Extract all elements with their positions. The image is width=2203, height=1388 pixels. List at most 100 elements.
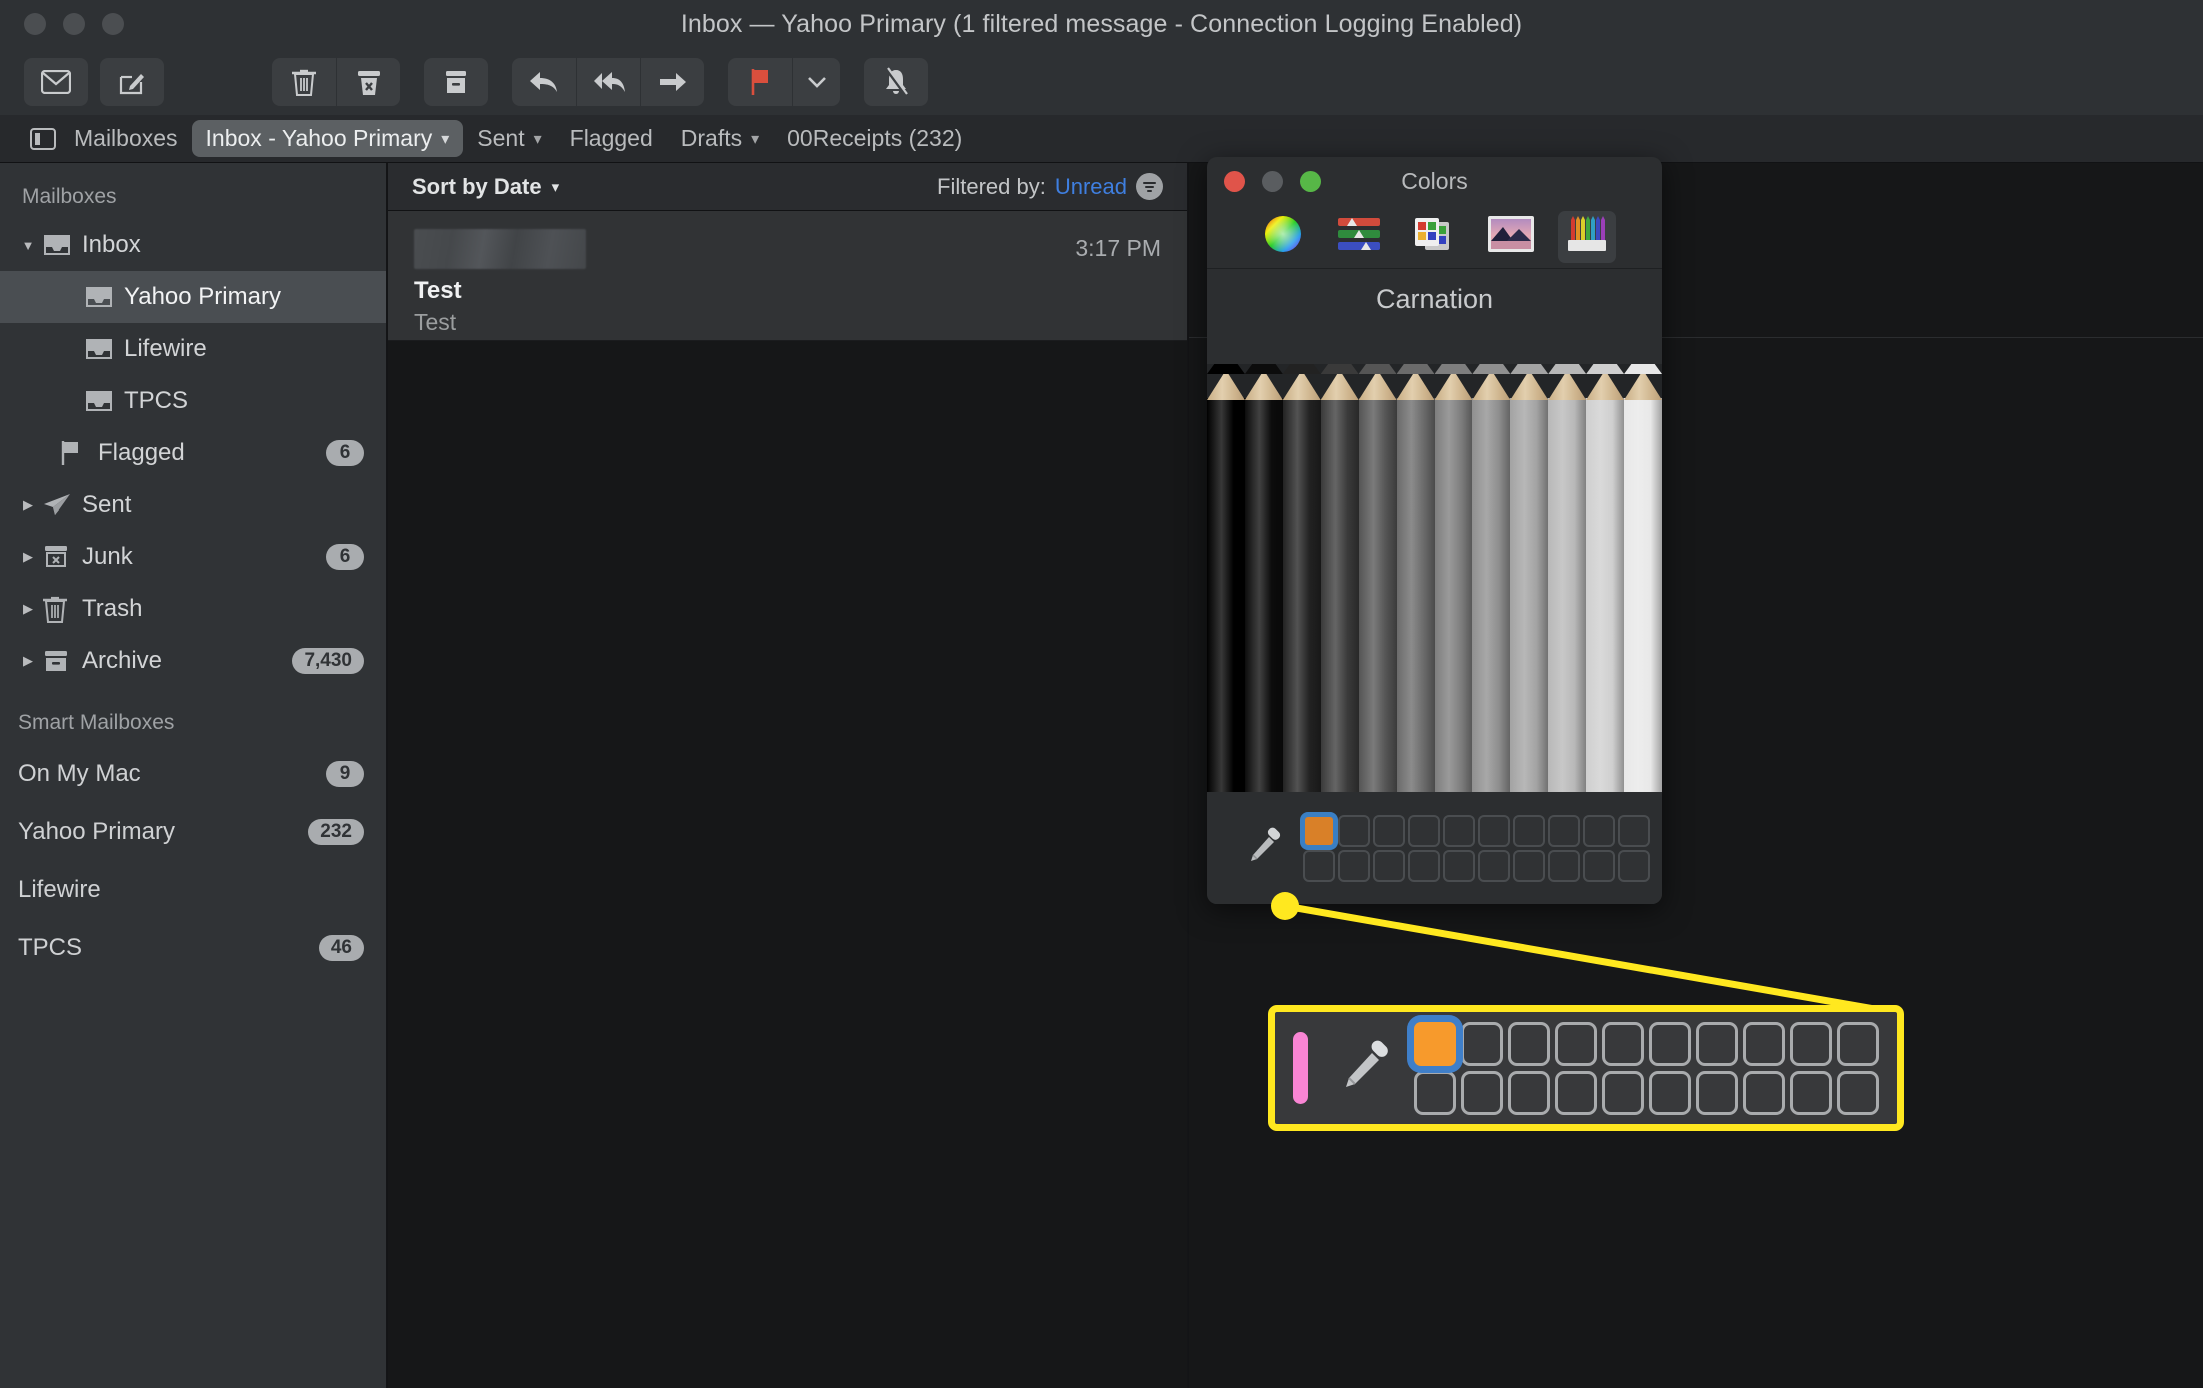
saved-swatch-empty[interactable] [1303, 849, 1335, 882]
callout-saved-swatch-empty[interactable] [1696, 1021, 1738, 1066]
tab-drafts[interactable]: Drafts ▾ [667, 120, 773, 157]
chevron-down-icon[interactable] [14, 238, 42, 253]
callout-saved-swatch-empty[interactable] [1602, 1021, 1644, 1066]
callout-current-color-well[interactable] [1293, 1032, 1308, 1104]
pencil-column[interactable] [1282, 364, 1321, 792]
tab-00receipts[interactable]: 00Receipts (232) [773, 120, 976, 157]
smart-mailbox-item-yahoo-primary[interactable]: Yahoo Primary 232 [0, 803, 386, 861]
pencil-column[interactable] [1624, 364, 1662, 792]
pencil-tip[interactable] [1472, 364, 1511, 374]
pencil-body[interactable] [1434, 398, 1473, 792]
callout-saved-swatch-empty[interactable] [1649, 1070, 1691, 1115]
reply-button[interactable] [512, 57, 576, 106]
saved-swatch-empty[interactable] [1513, 814, 1545, 847]
pencil-tip[interactable] [1434, 364, 1473, 374]
pencil-tip[interactable] [1282, 364, 1321, 374]
saved-swatch-empty[interactable] [1618, 849, 1650, 882]
pencil-tip[interactable] [1396, 364, 1435, 374]
saved-swatch-empty[interactable] [1443, 849, 1475, 882]
pencil-tip[interactable] [1358, 364, 1397, 374]
smart-mailbox-item-tpcs[interactable]: TPCS 46 [0, 919, 386, 977]
callout-saved-swatch-empty[interactable] [1696, 1070, 1738, 1115]
pencil-tip[interactable] [1244, 364, 1283, 374]
pencil-column[interactable] [1434, 364, 1473, 792]
callout-saved-swatch-filled[interactable] [1414, 1021, 1456, 1066]
sidebar-item-archive[interactable]: Archive 7,430 [0, 635, 386, 687]
color-palettes-mode-button[interactable] [1406, 211, 1464, 263]
pencil-body[interactable] [1472, 398, 1511, 792]
delete-button[interactable] [272, 57, 336, 106]
callout-saved-swatch-empty[interactable] [1649, 1021, 1691, 1066]
callout-saved-swatch-empty[interactable] [1508, 1070, 1550, 1115]
pencil-tip[interactable] [1510, 364, 1549, 374]
eyedropper-icon[interactable] [1245, 826, 1285, 871]
get-mail-button[interactable] [24, 57, 88, 106]
mute-button[interactable] [864, 57, 928, 106]
tab-sent[interactable]: Sent ▾ [463, 120, 555, 157]
callout-saved-swatches-grid[interactable] [1414, 1021, 1879, 1115]
tab-flagged[interactable]: Flagged [556, 120, 667, 157]
chevron-right-icon[interactable] [14, 653, 42, 669]
callout-saved-swatch-empty[interactable] [1461, 1021, 1503, 1066]
smart-mailbox-item-on-my-mac[interactable]: On My Mac 9 [0, 745, 386, 803]
callout-saved-swatch-empty[interactable] [1461, 1070, 1503, 1115]
pencil-color-grid[interactable] [1207, 364, 1662, 792]
flag-button[interactable] [728, 57, 792, 106]
color-sliders-mode-button[interactable] [1330, 211, 1388, 263]
forward-button[interactable] [640, 57, 704, 106]
filter-icon[interactable] [1136, 173, 1163, 200]
color-wheel-mode-button[interactable] [1254, 211, 1312, 263]
saved-swatch-empty[interactable] [1513, 849, 1545, 882]
callout-saved-swatch-empty[interactable] [1414, 1070, 1456, 1115]
callout-saved-swatch-empty[interactable] [1743, 1070, 1785, 1115]
callout-saved-swatch-empty[interactable] [1743, 1021, 1785, 1066]
saved-swatch-empty[interactable] [1583, 849, 1615, 882]
image-palettes-mode-button[interactable] [1482, 211, 1540, 263]
saved-swatch-empty[interactable] [1408, 849, 1440, 882]
colors-panel[interactable]: Colors Carnation [1207, 157, 1662, 904]
pencil-column[interactable] [1510, 364, 1549, 792]
saved-swatch-empty[interactable] [1478, 814, 1510, 847]
smart-mailbox-item-lifewire[interactable]: Lifewire [0, 861, 386, 919]
callout-saved-swatch-empty[interactable] [1555, 1021, 1597, 1066]
saved-swatches-grid[interactable] [1303, 814, 1650, 882]
callout-saved-swatch-empty[interactable] [1790, 1070, 1832, 1115]
pencil-tip[interactable] [1624, 364, 1662, 374]
junk-button[interactable] [336, 57, 400, 106]
pencil-tip[interactable] [1548, 364, 1587, 374]
sidebar-item-trash[interactable]: Trash [0, 583, 386, 635]
pencil-body[interactable] [1586, 398, 1625, 792]
saved-swatch-empty[interactable] [1548, 814, 1580, 847]
callout-saved-swatch-empty[interactable] [1837, 1021, 1879, 1066]
pencils-mode-button[interactable] [1557, 210, 1616, 263]
reply-all-button[interactable] [576, 57, 640, 106]
pencil-body[interactable] [1320, 398, 1359, 792]
pencil-column[interactable] [1358, 364, 1397, 792]
compose-button[interactable] [100, 57, 164, 106]
callout-saved-swatch-empty[interactable] [1790, 1021, 1832, 1066]
pencil-column[interactable] [1548, 364, 1587, 792]
saved-swatch-empty[interactable] [1618, 814, 1650, 847]
pencil-body[interactable] [1548, 398, 1587, 792]
pencil-tip[interactable] [1207, 364, 1245, 374]
flag-menu-button[interactable] [792, 57, 840, 106]
pencil-body[interactable] [1624, 398, 1662, 792]
saved-swatch-empty[interactable] [1548, 849, 1580, 882]
sidebar-item-lifewire[interactable]: Lifewire [0, 323, 386, 375]
chevron-right-icon[interactable] [14, 497, 42, 513]
pencil-body[interactable] [1358, 398, 1397, 792]
pencil-body[interactable] [1510, 398, 1549, 792]
chevron-right-icon[interactable] [14, 601, 42, 617]
pencil-column[interactable] [1320, 364, 1359, 792]
callout-saved-swatch-empty[interactable] [1602, 1070, 1644, 1115]
callout-saved-swatch-empty[interactable] [1508, 1021, 1550, 1066]
pencil-body[interactable] [1207, 398, 1245, 792]
chevron-right-icon[interactable] [14, 549, 42, 565]
message-list-item[interactable]: 3:17 PM Test Test [388, 211, 1187, 341]
pencil-tip[interactable] [1320, 364, 1359, 374]
saved-swatch-empty[interactable] [1338, 814, 1370, 847]
pencil-body[interactable] [1282, 398, 1321, 792]
pencil-column[interactable] [1244, 364, 1283, 792]
sidebar-item-inbox[interactable]: Inbox [0, 219, 386, 271]
pencil-body[interactable] [1244, 398, 1283, 792]
